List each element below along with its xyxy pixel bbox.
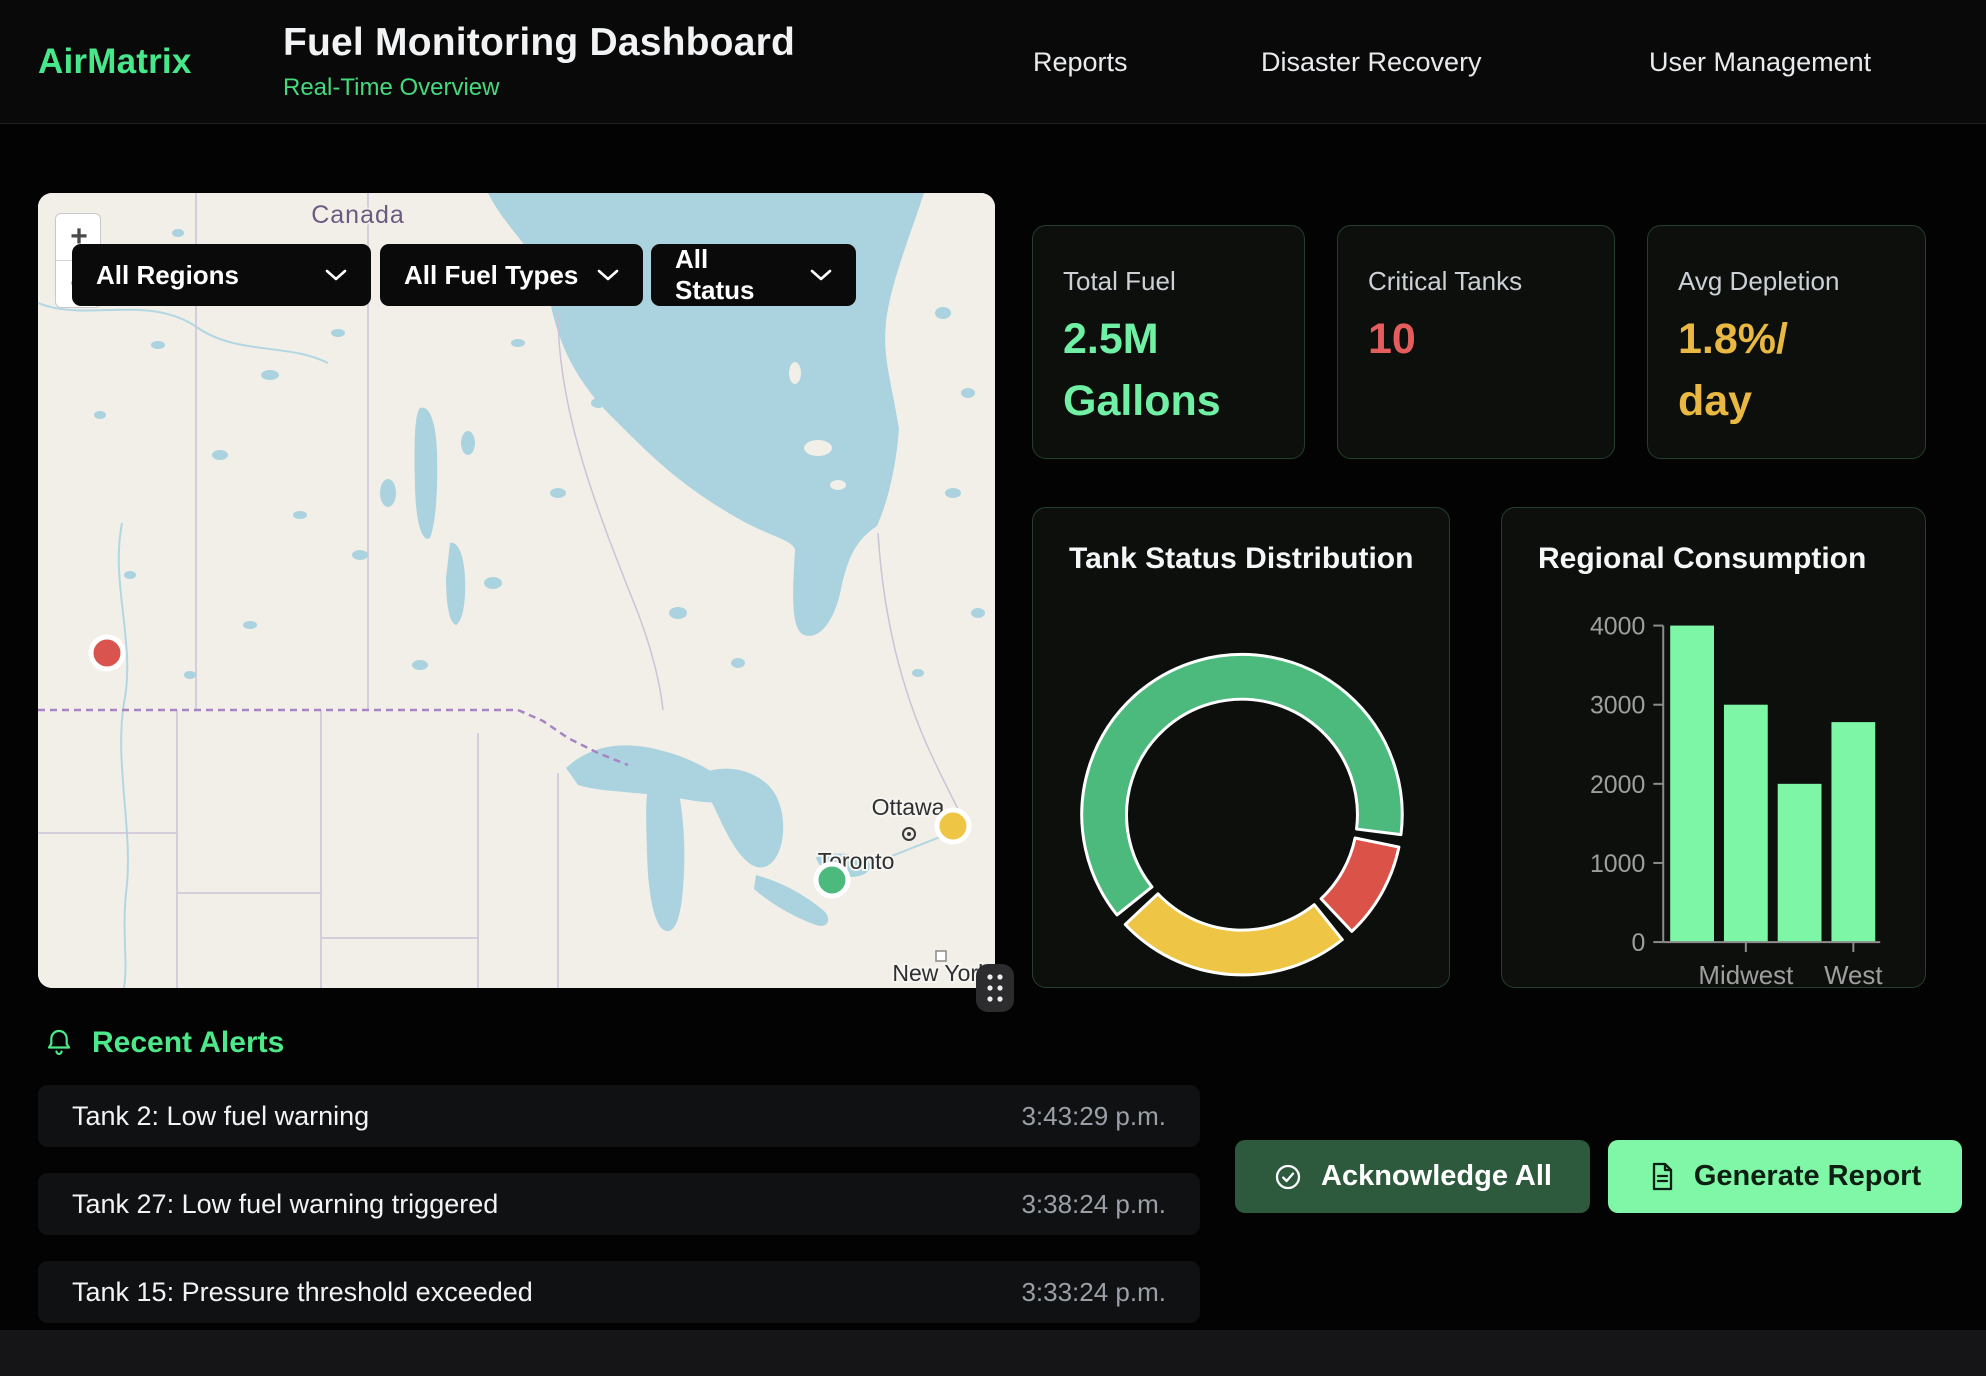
filter-status-dropdown[interactable]: All Status: [651, 244, 856, 306]
map-label-canada: Canada: [311, 201, 405, 229]
map-canvas[interactable]: Canada Ottawa Toronto New York: [38, 193, 995, 988]
filter-status-value: All Status: [675, 244, 792, 306]
stat-value-critical-tanks: 10: [1368, 308, 1416, 370]
tank-status-card: Tank Status Distribution: [1032, 507, 1450, 988]
svg-text:4000: 4000: [1590, 613, 1645, 641]
stat-card-critical-tanks: Critical Tanks 10: [1337, 225, 1615, 459]
town-dot-ottawa: [907, 832, 911, 836]
alert-time: 3:38:24 p.m.: [1021, 1189, 1166, 1220]
bottom-bar: [0, 1330, 1986, 1376]
alert-time: 3:33:24 p.m.: [1021, 1277, 1166, 1308]
svg-text:0: 0: [1631, 929, 1645, 957]
generate-report-label: Generate Report: [1694, 1160, 1921, 1193]
chevron-down-icon: [810, 269, 832, 282]
alert-time: 3:43:29 p.m.: [1021, 1101, 1166, 1132]
svg-text:West: West: [1824, 962, 1882, 987]
stat-label: Avg Depletion: [1678, 266, 1839, 297]
check-circle-icon: [1273, 1162, 1303, 1192]
brand-logo: AirMatrix: [38, 0, 192, 124]
nav-disaster-recovery[interactable]: Disaster Recovery: [1261, 0, 1482, 124]
stat-value-total-fuel: 2.5M Gallons: [1063, 308, 1221, 432]
alert-row[interactable]: Tank 27: Low fuel warning triggered 3:38…: [38, 1173, 1200, 1235]
bell-icon: [44, 1027, 74, 1059]
map-label-ottawa: Ottawa: [872, 794, 945, 820]
svg-text:2000: 2000: [1590, 771, 1645, 799]
stat-card-avg-depletion: Avg Depletion 1.8%/ day: [1647, 225, 1926, 459]
map-panel[interactable]: Canada Ottawa Toronto New York + − All R…: [38, 193, 995, 988]
svg-text:Midwest: Midwest: [1698, 962, 1793, 987]
filter-regions-dropdown[interactable]: All Regions: [72, 244, 371, 306]
tank-marker-critical[interactable]: [91, 637, 123, 669]
tank-status-donut-chart: [1033, 508, 1449, 987]
chevron-down-icon: [597, 269, 619, 282]
nav-reports[interactable]: Reports: [1033, 0, 1128, 124]
acknowledge-all-label: Acknowledge All: [1321, 1160, 1552, 1193]
filter-regions-value: All Regions: [96, 260, 239, 291]
page-subtitle: Real-Time Overview: [283, 74, 795, 102]
regional-consumption-card: Regional Consumption 01000200030004000Mi…: [1501, 507, 1926, 988]
filter-fueltypes-dropdown[interactable]: All Fuel Types: [380, 244, 643, 306]
svg-text:3000: 3000: [1590, 692, 1645, 720]
alert-text: Tank 27: Low fuel warning triggered: [72, 1189, 498, 1220]
title-block: Fuel Monitoring Dashboard Real-Time Over…: [283, 21, 795, 102]
chevron-down-icon: [325, 269, 347, 282]
tank-marker-normal[interactable]: [816, 864, 848, 896]
svg-text:1000: 1000: [1590, 850, 1645, 878]
alert-text: Tank 2: Low fuel warning: [72, 1101, 369, 1132]
regional-consumption-bar-chart: 0 1000 2000 3000 4000 Midwest West: [1502, 508, 1925, 987]
page-title: Fuel Monitoring Dashboard: [283, 21, 795, 65]
alert-row[interactable]: Tank 2: Low fuel warning 3:43:29 p.m.: [38, 1085, 1200, 1147]
nav-user-management[interactable]: User Management: [1649, 0, 1871, 124]
header: AirMatrix Fuel Monitoring Dashboard Real…: [0, 0, 1986, 124]
stat-card-total-fuel: Total Fuel 2.5M Gallons: [1032, 225, 1305, 459]
alerts-header: Recent Alerts: [44, 1026, 284, 1060]
stat-label: Critical Tanks: [1368, 266, 1522, 297]
map-resize-handle[interactable]: [976, 964, 1014, 1012]
drag-dots-icon: [983, 970, 1007, 1006]
stat-value-avg-depletion: 1.8%/ day: [1678, 308, 1788, 432]
dashboard-root: AirMatrix Fuel Monitoring Dashboard Real…: [0, 0, 1986, 1376]
alert-row[interactable]: Tank 15: Pressure threshold exceeded 3:3…: [38, 1261, 1200, 1323]
alert-text: Tank 15: Pressure threshold exceeded: [72, 1277, 533, 1308]
acknowledge-all-button[interactable]: Acknowledge All: [1235, 1140, 1590, 1213]
stat-label: Total Fuel: [1063, 266, 1176, 297]
filter-fueltypes-value: All Fuel Types: [404, 260, 578, 291]
tank-marker-warning[interactable]: [937, 810, 969, 842]
document-icon: [1649, 1161, 1676, 1192]
alerts-title: Recent Alerts: [92, 1026, 284, 1060]
generate-report-button[interactable]: Generate Report: [1608, 1140, 1962, 1213]
